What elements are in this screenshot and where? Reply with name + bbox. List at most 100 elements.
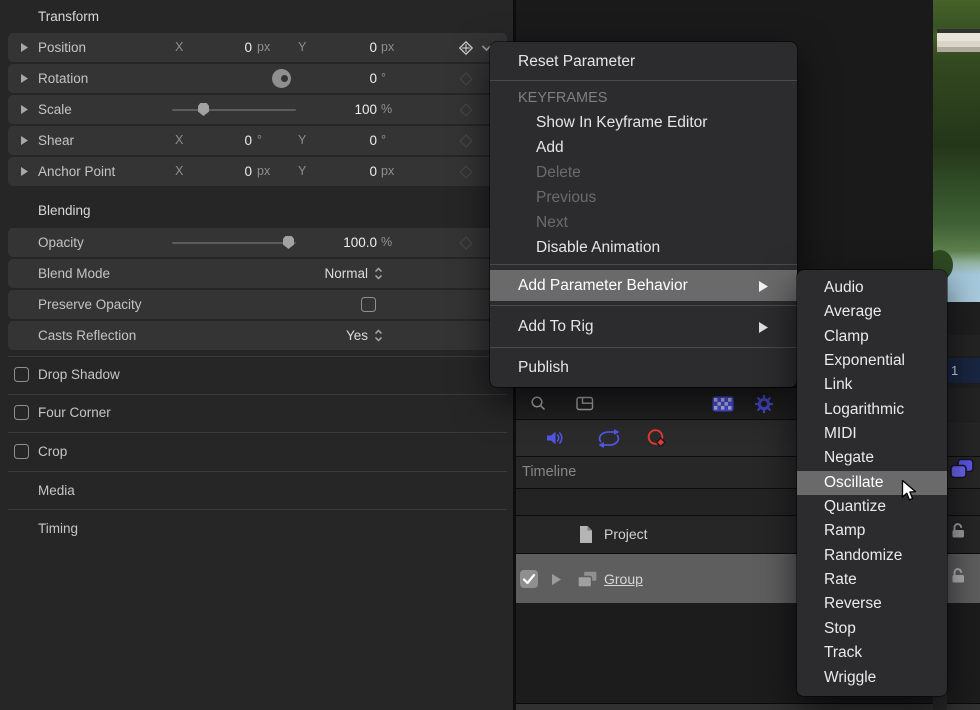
record-keyframes-icon[interactable] [646,428,668,450]
disclosure-triangle-icon[interactable] [21,167,28,176]
menu-item-add[interactable]: Add [490,135,797,160]
submenu-item-audio[interactable]: Audio [797,276,947,300]
parameter-behavior-submenu: Audio Average Clamp Exponential Link Log… [797,270,947,696]
submenu-item-oscillate-highlighted[interactable]: Oscillate [797,471,947,495]
drop-shadow-label: Drop Shadow [38,360,120,390]
shear-x-unit: ° [257,126,262,155]
group-activation-checkbox[interactable] [520,570,538,588]
group-layers-icon [576,570,599,589]
shear-x-value[interactable]: 0 [198,126,252,155]
drop-shadow-row: Drop Shadow [0,360,513,390]
rotation-value[interactable]: 0 [323,64,377,93]
unlock-icon[interactable] [950,521,968,539]
scale-value[interactable]: 100 [323,95,377,124]
menu-item-publish[interactable]: Publish [490,353,797,383]
animation-menu-keyframe-icon[interactable] [458,40,474,56]
divider [8,356,507,357]
four-corner-label: Four Corner [38,398,111,428]
timing-row[interactable]: Timing [0,514,513,544]
casts-reflection-popup[interactable]: Yes [288,321,368,350]
menu-item-show-in-keyframe-editor[interactable]: Show In Keyframe Editor [490,110,797,135]
anchor-x-value[interactable]: 0 [198,157,252,186]
checkerboard-icon[interactable] [712,396,734,412]
disclosure-triangle-icon[interactable] [552,574,561,585]
x-axis-label: X [175,126,183,155]
search-icon[interactable] [530,395,547,412]
menu-item-add-to-rig[interactable]: Add To Rig [490,311,797,343]
submenu-item-rate[interactable]: Rate [797,568,947,592]
keyframe-diamond-icon[interactable] [458,235,474,251]
unlock-icon[interactable] [950,566,968,584]
submenu-item-logarithmic[interactable]: Logarithmic [797,398,947,422]
blend-mode-label: Blend Mode [38,259,110,288]
submenu-item-midi[interactable]: MIDI [797,422,947,446]
checkmark-icon [520,570,538,588]
gear-icon[interactable] [754,394,774,414]
blend-mode-row: Blend Mode Normal [8,259,507,288]
blend-mode-popup[interactable]: Normal [258,259,368,288]
menu-item-previous-disabled: Previous [490,185,797,210]
layers-purple-icon[interactable] [948,458,976,483]
submenu-item-clamp[interactable]: Clamp [797,325,947,349]
rotation-dial[interactable] [272,69,291,88]
menu-item-add-parameter-behavior[interactable]: Add Parameter Behavior [490,270,797,301]
preserve-opacity-checkbox[interactable] [361,297,376,312]
four-corner-checkbox[interactable] [14,405,29,420]
anchor-y-value[interactable]: 0 [323,157,377,186]
keyframe-diamond-icon[interactable] [458,164,474,180]
submenu-item-exponential[interactable]: Exponential [797,349,947,373]
audio-mute-icon[interactable] [545,430,565,446]
menu-item-disable-animation[interactable]: Disable Animation [490,235,797,260]
rotation-unit: ° [381,64,386,93]
submenu-item-quantize[interactable]: Quantize [797,495,947,519]
keyframe-diamond-icon[interactable] [458,102,474,118]
track-number-badge: 1 [947,358,980,383]
submenu-arrow-icon [759,281,768,292]
y-axis-label: Y [298,157,306,186]
position-y-value[interactable]: 0 [323,33,377,62]
keyframe-diamond-icon[interactable] [458,133,474,149]
submenu-item-reverse[interactable]: Reverse [797,592,947,616]
shear-label: Shear [38,126,74,155]
submenu-arrow-icon [759,322,768,333]
anchor-point-row: Anchor Point X 0 px Y 0 px [8,157,507,186]
submenu-item-stop[interactable]: Stop [797,617,947,641]
stepper-chevrons-icon[interactable] [374,267,383,280]
opacity-slider-thumb[interactable] [283,236,294,249]
window-pane-icon[interactable] [576,396,594,411]
motion-app-window: Transform Position X 0 px Y 0 px Rotatio… [0,0,980,710]
right-edge-column: 1 [947,302,980,456]
scale-slider[interactable] [172,109,296,111]
bottom-strip [516,703,980,710]
add-parameter-behavior-label: Add Parameter Behavior [518,277,688,294]
add-to-rig-label: Add To Rig [518,318,594,335]
shear-y-unit: ° [381,126,386,155]
submenu-item-wriggle[interactable]: Wriggle [797,666,947,690]
opacity-row: Opacity 100.0 % [8,228,507,257]
position-x-value[interactable]: 0 [198,33,252,62]
media-row[interactable]: Media [0,476,513,506]
rotation-row: Rotation 0 ° [8,64,507,93]
opacity-slider[interactable] [172,242,296,244]
crop-checkbox[interactable] [14,444,29,459]
disclosure-triangle-icon[interactable] [21,105,28,114]
disclosure-triangle-icon[interactable] [21,74,28,83]
submenu-item-ramp[interactable]: Ramp [797,519,947,543]
drop-shadow-checkbox[interactable] [14,367,29,382]
menu-item-reset-parameter[interactable]: Reset Parameter [490,48,797,76]
submenu-item-track[interactable]: Track [797,641,947,665]
stepper-chevrons-icon[interactable] [374,329,383,342]
y-axis-label: Y [298,33,306,62]
scale-slider-thumb[interactable] [198,103,209,116]
shear-y-value[interactable]: 0 [323,126,377,155]
disclosure-triangle-icon[interactable] [21,43,28,52]
loop-playback-icon[interactable] [596,429,622,448]
submenu-item-average[interactable]: Average [797,300,947,324]
disclosure-triangle-icon[interactable] [21,136,28,145]
submenu-item-randomize[interactable]: Randomize [797,544,947,568]
keyframe-diamond-icon[interactable] [458,71,474,87]
submenu-item-negate[interactable]: Negate [797,446,947,470]
submenu-item-link[interactable]: Link [797,373,947,397]
opacity-value[interactable]: 100.0 [323,228,377,257]
casts-reflection-label: Casts Reflection [38,321,136,350]
